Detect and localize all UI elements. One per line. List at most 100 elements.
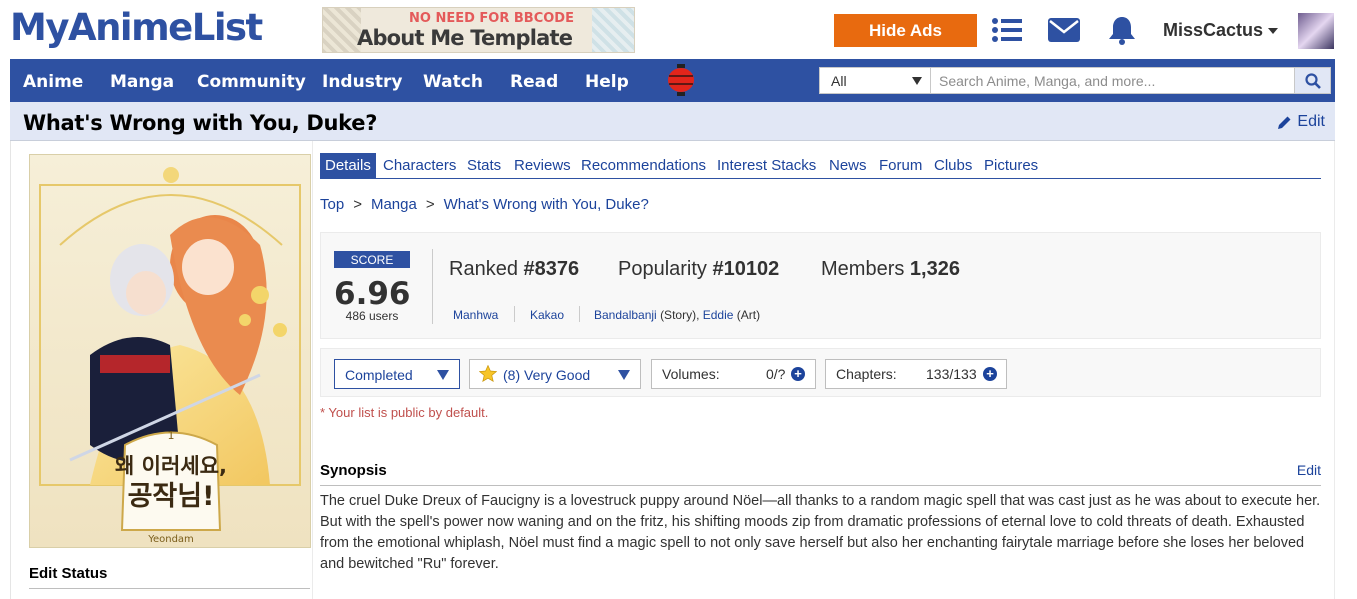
divider <box>514 306 515 322</box>
public-note: * Your list is public by default. <box>320 405 489 420</box>
banner-title: About Me Template Function <box>357 26 573 52</box>
breadcrumb-separator: > <box>425 196 435 213</box>
banner-decoration-left <box>323 8 361 52</box>
user-menu[interactable]: MissCactus <box>1163 20 1279 41</box>
breadcrumb-title[interactable]: What's Wrong with You, Duke? <box>444 196 649 213</box>
edit-status-heading: Edit Status <box>29 565 310 589</box>
volumes-value[interactable]: 0/? <box>766 366 785 382</box>
promo-banner[interactable]: NO NEED FOR BBCODE About Me Template Fun… <box>322 7 635 53</box>
breadcrumb-top[interactable]: Top <box>320 196 344 213</box>
score-panel: SCORE 6.96 486 users Ranked #8376 Popula… <box>320 232 1321 339</box>
volumes-counter: Volumes: 0/? + <box>651 359 816 389</box>
serialization-link[interactable]: Kakao <box>530 308 564 322</box>
breadcrumb: Top > Manga > What's Wrong with You, Duke? <box>320 196 649 213</box>
cover-title-line2: 공작님! <box>128 481 215 512</box>
star-icon <box>479 365 497 382</box>
divider <box>579 306 580 322</box>
search-input[interactable] <box>931 67 1295 94</box>
hide-ads-button[interactable]: Hide Ads <box>834 14 977 47</box>
members-stat: Members 1,326 <box>821 258 960 281</box>
mail-icon[interactable] <box>1047 14 1081 46</box>
type-link[interactable]: Manhwa <box>453 308 498 322</box>
username-label: MissCactus <box>1163 20 1264 40</box>
nav-item-community[interactable]: Community <box>197 72 306 92</box>
edit-synopsis-link[interactable]: Edit <box>1297 462 1321 478</box>
tab-reviews[interactable]: Reviews <box>514 153 571 178</box>
tab-characters[interactable]: Characters <box>383 153 456 178</box>
synopsis-text: The cruel Duke Dreux of Faucigny is a lo… <box>320 493 1321 572</box>
increment-volumes-icon[interactable]: + <box>791 367 805 381</box>
tab-news[interactable]: News <box>829 153 867 178</box>
detail-tabs: Details Characters Stats Reviews Recomme… <box>320 153 1321 179</box>
caret-down-icon <box>437 370 449 380</box>
bell-icon[interactable] <box>1105 14 1139 46</box>
search-category-select[interactable]: All <box>819 67 931 94</box>
breadcrumb-manga[interactable]: Manga <box>371 196 417 213</box>
caret-down-icon <box>618 370 630 380</box>
author-link[interactable]: Bandalbanji <box>594 308 657 322</box>
rating-select[interactable]: (8) Very Good <box>469 359 641 389</box>
synopsis-title: Synopsis <box>320 462 387 479</box>
cover-title-line1: 왜 이러세요, <box>115 454 227 478</box>
popularity-stat: Popularity #10102 <box>618 258 779 281</box>
ranked-label: Ranked <box>449 258 518 280</box>
ranked-stat: Ranked #8376 <box>449 258 579 281</box>
members-label: Members <box>821 258 905 280</box>
avatar[interactable] <box>1298 13 1334 49</box>
status-value: Completed <box>345 367 413 383</box>
rating-value: (8) Very Good <box>503 367 591 383</box>
members-value: 1,326 <box>909 258 960 280</box>
search-button[interactable] <box>1295 67 1331 94</box>
ranked-value: #8376 <box>523 258 580 280</box>
tab-details[interactable]: Details <box>320 153 376 178</box>
synopsis-header: Synopsis Edit <box>320 462 1321 486</box>
nav-item-watch[interactable]: Watch <box>423 72 483 92</box>
tab-interest-stacks[interactable]: Interest Stacks <box>717 153 816 178</box>
increment-chapters-icon[interactable]: + <box>983 367 997 381</box>
site-logo[interactable]: MyAnimeList <box>10 6 263 49</box>
status-select[interactable]: Completed <box>334 359 460 389</box>
chapters-counter: Chapters: 133/133 + <box>825 359 1007 389</box>
author-role: (Art) <box>736 308 761 322</box>
score-label: SCORE <box>334 251 410 268</box>
tab-forum[interactable]: Forum <box>879 153 922 178</box>
page-title: What's Wrong with You, Duke? <box>23 111 378 135</box>
nav-item-help[interactable]: Help <box>585 72 629 92</box>
chevron-down-icon <box>1268 28 1279 35</box>
volumes-label: Volumes: <box>662 366 720 382</box>
banner-subtitle: NO NEED FOR BBCODE <box>409 11 574 26</box>
author-role: (Story), <box>660 308 700 322</box>
tab-recommendations[interactable]: Recommendations <box>581 153 706 178</box>
cover-volume: 1 <box>168 429 175 442</box>
chapters-label: Chapters: <box>836 366 897 382</box>
popularity-label: Popularity <box>618 258 707 280</box>
left-sidebar: 1 왜 이러세요, 공작님! Yeondam Edit Status <box>10 141 313 599</box>
nav-item-anime[interactable]: Anime <box>23 72 83 92</box>
search-icon <box>1304 72 1321 89</box>
chapters-value[interactable]: 133/133 <box>926 366 977 382</box>
search-category-label: All <box>831 73 847 89</box>
score-value: 6.96 <box>334 276 411 312</box>
main-nav: Anime Manga Community Industry Watch Rea… <box>10 59 1335 102</box>
nav-item-read[interactable]: Read <box>510 72 558 92</box>
list-icon[interactable] <box>990 14 1024 46</box>
lantern-icon[interactable] <box>666 64 696 96</box>
author-link[interactable]: Eddie <box>703 308 734 322</box>
nav-item-manga[interactable]: Manga <box>110 72 174 92</box>
authors: Bandalbanji (Story), Eddie (Art) <box>594 308 760 322</box>
title-bar: What's Wrong with You, Duke? Edit <box>10 102 1335 141</box>
top-header: MyAnimeList NO NEED FOR BBCODE About Me … <box>0 0 1357 59</box>
nav-item-industry[interactable]: Industry <box>322 72 402 92</box>
popularity-value: #10102 <box>712 258 780 280</box>
list-actions: Completed (8) Very Good Volumes: 0/? + C… <box>320 348 1321 397</box>
score-users: 486 users <box>345 309 399 323</box>
tab-clubs[interactable]: Clubs <box>934 153 972 178</box>
tab-stats[interactable]: Stats <box>467 153 501 178</box>
edit-title-link[interactable]: Edit <box>1277 113 1325 131</box>
cover-credit: Yeondam <box>147 534 194 545</box>
divider <box>432 249 433 324</box>
pencil-icon <box>1278 116 1291 129</box>
cover-image[interactable]: 1 왜 이러세요, 공작님! Yeondam <box>29 154 311 548</box>
tab-pictures[interactable]: Pictures <box>984 153 1038 178</box>
caret-down-icon <box>912 77 922 85</box>
